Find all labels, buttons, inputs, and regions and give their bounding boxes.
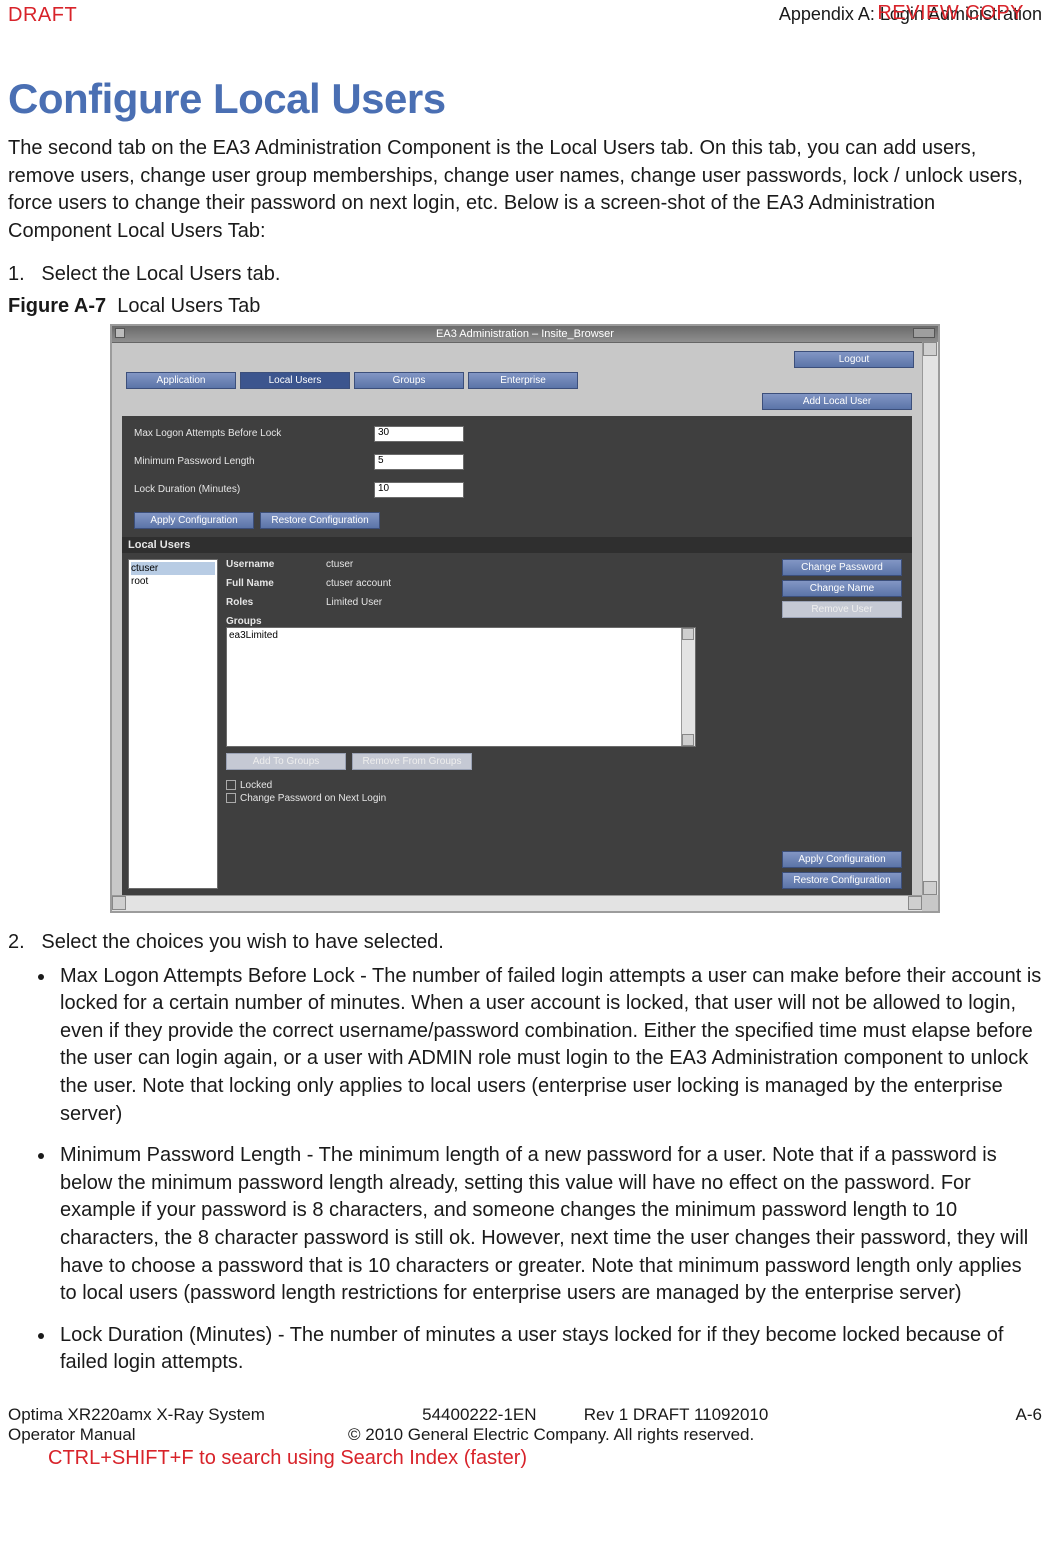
page-title: Configure Local Users — [8, 75, 1042, 123]
change-next-label: Change Password on Next Login — [240, 793, 386, 804]
tab-enterprise[interactable]: Enterprise — [468, 372, 578, 389]
user-list: ctuser root — [128, 559, 218, 889]
change-password-button[interactable]: Change Password — [782, 559, 902, 576]
window-titlebar: EA3 Administration – Insite_Browser — [112, 326, 938, 343]
scroll-down-icon[interactable] — [682, 734, 694, 746]
bullet-min-pw: Minimum Password Length - The minimum le… — [56, 1142, 1042, 1308]
locked-checkbox[interactable] — [226, 780, 236, 790]
step-2: 2. Select the choices you wish to have s… — [8, 929, 1042, 957]
user-listbox[interactable]: ctuser root — [128, 559, 218, 889]
remove-user-button[interactable]: Remove User — [782, 601, 902, 618]
change-name-button[interactable]: Change Name — [782, 580, 902, 597]
scroll-right-icon[interactable] — [908, 896, 922, 910]
fullname-label: Full Name — [226, 578, 326, 589]
footer-copyright: © 2010 General Electric Company. All rig… — [348, 1425, 1042, 1445]
footer-rev: Rev 1 DRAFT 11092010 — [584, 1405, 769, 1424]
scroll-up-icon[interactable] — [682, 628, 694, 640]
horizontal-scrollbar[interactable] — [112, 895, 922, 911]
search-hint: CTRL+SHIFT+F to search using Search Inde… — [48, 1447, 1042, 1470]
lock-duration-label: Lock Duration (Minutes) — [134, 484, 374, 495]
figure-label: Figure A-7 Local Users Tab — [8, 295, 1042, 318]
scroll-left-icon[interactable] — [112, 896, 126, 910]
roles-label: Roles — [226, 597, 326, 608]
footer-doc: 54400222-1EN — [422, 1405, 536, 1424]
tab-application[interactable]: Application — [126, 372, 236, 389]
tab-local-users[interactable]: Local Users — [240, 372, 350, 389]
page-footer: Optima XR220amx X-Ray System 54400222-1E… — [8, 1405, 1042, 1470]
config-panel: Max Logon Attempts Before Lock 30 Minimu… — [122, 416, 912, 537]
tab-groups[interactable]: Groups — [354, 372, 464, 389]
scroll-up-icon[interactable] — [923, 342, 937, 356]
add-local-user-button[interactable]: Add Local User — [762, 393, 912, 410]
remove-from-groups-button[interactable]: Remove From Groups — [352, 753, 472, 770]
footer-page: A-6 — [1016, 1405, 1042, 1425]
draft-watermark: DRAFT — [8, 4, 77, 27]
max-attempts-input[interactable]: 30 — [374, 426, 464, 442]
locked-label: Locked — [240, 780, 272, 791]
footer-product: Optima XR220amx X-Ray System — [8, 1405, 265, 1425]
groups-listbox[interactable]: ea3Limited — [226, 627, 696, 747]
scroll-down-icon[interactable] — [923, 881, 937, 895]
screenshot-window: EA3 Administration – Insite_Browser Logo… — [110, 324, 940, 913]
change-next-checkbox[interactable] — [226, 793, 236, 803]
footer-manual: Operator Manual — [8, 1425, 348, 1445]
apply-config-button[interactable]: Apply Configuration — [134, 512, 254, 529]
window-title: EA3 Administration – Insite_Browser — [436, 328, 614, 340]
apply-config-button-2[interactable]: Apply Configuration — [782, 851, 902, 868]
review-watermark: REVIEW COPY — [877, 2, 1024, 25]
bullet-lock-duration: Lock Duration (Minutes) - The number of … — [56, 1322, 1042, 1377]
restore-config-button-2[interactable]: Restore Configuration — [782, 872, 902, 889]
restore-config-button[interactable]: Restore Configuration — [260, 512, 380, 529]
step-1: 1. Select the Local Users tab. — [8, 261, 1042, 289]
username-label: Username — [226, 559, 326, 570]
local-users-section-header: Local Users — [122, 537, 912, 553]
groups-scrollbar[interactable] — [681, 628, 695, 746]
bullet-max-logon: Max Logon Attempts Before Lock - The num… — [56, 963, 1042, 1129]
list-item[interactable]: ea3Limited — [229, 630, 693, 641]
window-controls[interactable] — [913, 328, 935, 338]
logout-button[interactable]: Logout — [794, 351, 914, 368]
intro-paragraph: The second tab on the EA3 Administration… — [8, 135, 1042, 245]
window-icon — [115, 328, 125, 338]
user-details-panel: Change Password Change Name Remove User … — [226, 559, 906, 889]
min-pw-input[interactable]: 5 — [374, 454, 464, 470]
min-pw-label: Minimum Password Length — [134, 456, 374, 467]
vertical-scrollbar[interactable] — [922, 342, 938, 895]
lock-duration-input[interactable]: 10 — [374, 482, 464, 498]
list-item[interactable]: ctuser — [131, 562, 215, 575]
add-to-groups-button[interactable]: Add To Groups — [226, 753, 346, 770]
max-attempts-label: Max Logon Attempts Before Lock — [134, 428, 374, 439]
list-item[interactable]: root — [131, 575, 215, 588]
